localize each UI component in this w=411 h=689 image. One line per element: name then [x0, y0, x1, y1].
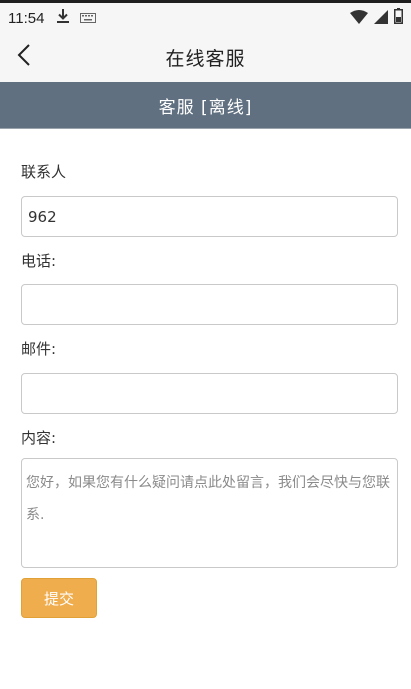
content-textarea[interactable] [21, 458, 398, 568]
submit-button[interactable]: 提交 [21, 578, 97, 618]
download-icon [56, 8, 70, 28]
content-label: 内容: [21, 429, 57, 447]
phone-input[interactable] [21, 284, 398, 325]
email-input[interactable] [21, 373, 398, 414]
wifi-icon [350, 9, 368, 28]
service-status-header: 客服 [离线] [0, 82, 411, 129]
battery-icon [394, 8, 403, 28]
status-bar: 11:54 [0, 3, 411, 33]
status-system-icons [350, 8, 403, 28]
signal-icon [374, 9, 388, 28]
page-title: 在线客服 [165, 48, 246, 70]
back-button[interactable] [8, 41, 40, 73]
phone-label: 电话: [21, 252, 57, 270]
message-form: 联系人 电话: 邮件: 内容: 提交 [21, 129, 398, 618]
app-bar: 在线客服 [0, 33, 411, 82]
service-status-text: 客服 [离线] [158, 97, 253, 118]
email-label: 邮件: [21, 340, 57, 358]
keyboard-icon [80, 9, 97, 28]
contact-label: 联系人 [21, 163, 67, 181]
status-notification-icons [56, 8, 97, 28]
status-time: 11:54 [8, 9, 45, 27]
chevron-left-icon [17, 44, 31, 70]
contact-input[interactable] [21, 196, 398, 237]
